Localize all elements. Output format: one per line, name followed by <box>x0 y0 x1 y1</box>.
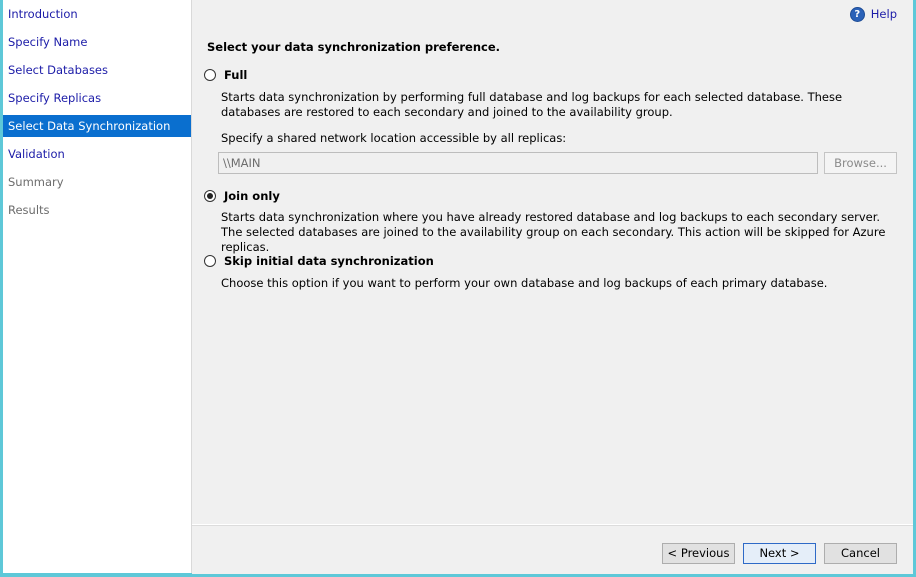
skip-initial-sync-description: Choose this option if you want to perfor… <box>221 276 828 290</box>
sidebar-item-specify-name[interactable]: Specify Name <box>3 31 191 53</box>
skip-initial-sync-radio[interactable] <box>204 255 216 267</box>
full-label: Full <box>224 68 248 82</box>
network-location-label: Specify a shared network location access… <box>221 131 567 145</box>
wizard-footer: < Previous Next > Cancel <box>192 524 913 574</box>
sidebar-item-results: Results <box>8 203 50 217</box>
previous-button[interactable]: < Previous <box>662 543 735 564</box>
option-join-only[interactable]: Join only <box>204 189 280 203</box>
option-full[interactable]: Full <box>204 68 247 82</box>
next-button[interactable]: Next > <box>743 543 816 564</box>
help-link[interactable]: ? Help <box>849 6 897 22</box>
cancel-button[interactable]: Cancel <box>824 543 897 564</box>
sidebar-item-summary: Summary <box>8 175 64 189</box>
help-circle-icon: ? <box>849 6 865 22</box>
join-only-label: Join only <box>224 189 280 203</box>
skip-initial-sync-label: Skip initial data synchronization <box>224 254 434 268</box>
network-location-input[interactable] <box>218 152 818 174</box>
full-description: Starts data synchronization by performin… <box>221 90 843 119</box>
join-only-description: Starts data synchronization where you ha… <box>221 210 886 254</box>
sidebar-item-specify-replicas[interactable]: Specify Replicas <box>3 87 191 109</box>
sidebar-item-introduction[interactable]: Introduction <box>3 3 191 25</box>
help-label: Help <box>870 7 897 21</box>
option-skip-initial-sync[interactable]: Skip initial data synchronization <box>204 254 434 268</box>
join-only-radio[interactable] <box>204 190 216 202</box>
browse-button[interactable]: Browse... <box>824 152 897 174</box>
sidebar-item-select-data-synchronization[interactable]: Select Data Synchronization <box>3 115 191 137</box>
sidebar-item-validation[interactable]: Validation <box>3 143 191 165</box>
page-heading: Select your data synchronization prefere… <box>207 40 501 54</box>
full-radio[interactable] <box>204 69 216 81</box>
main-content: ? Help Select your data synchronization … <box>192 0 913 524</box>
wizard-steps-sidebar: Introduction Specify Name Select Databas… <box>3 0 192 573</box>
sidebar-item-select-databases[interactable]: Select Databases <box>3 59 191 81</box>
